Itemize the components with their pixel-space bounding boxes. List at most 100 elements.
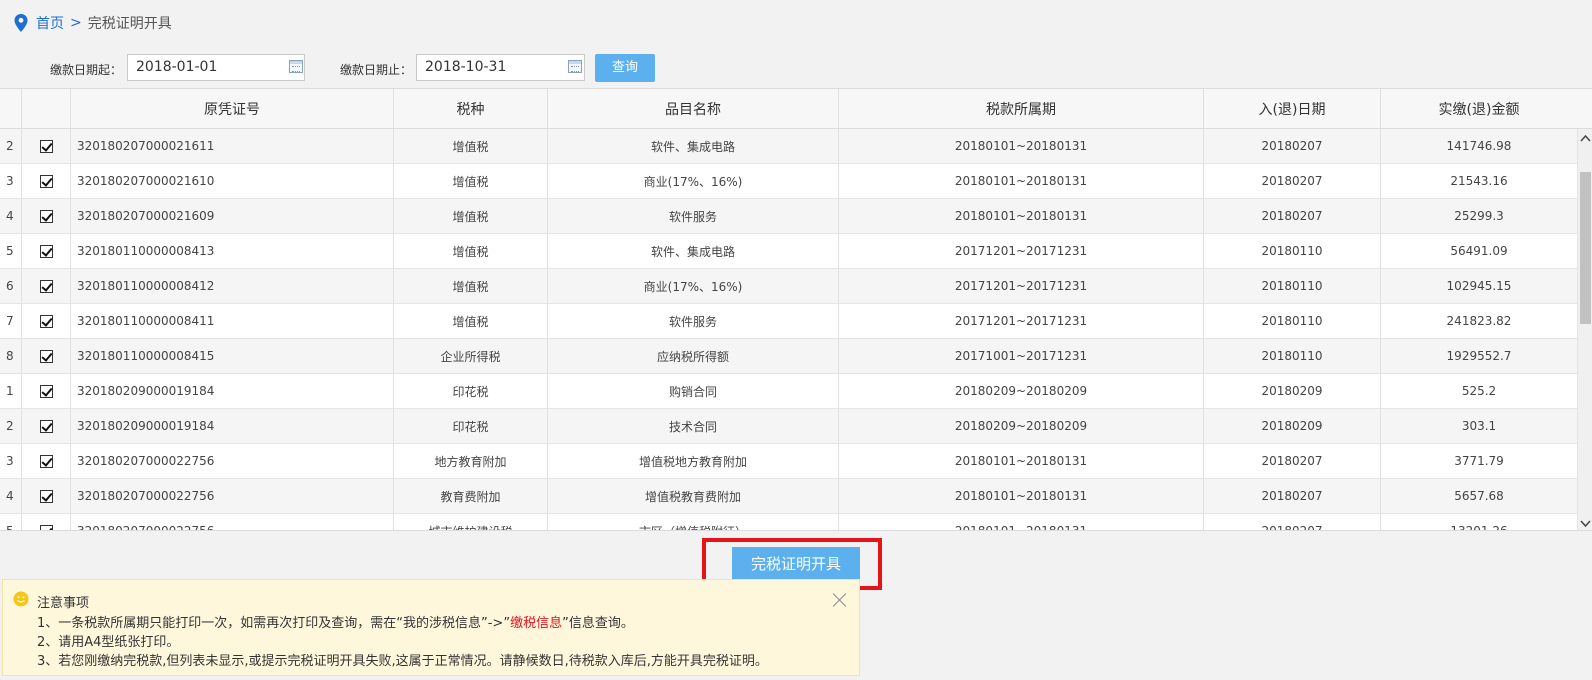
breadcrumb: 首页 > 完税证明开具: [14, 12, 172, 34]
tax-info-link[interactable]: 缴税信息: [510, 616, 562, 631]
tax-period-cell: 20180209~20180209: [839, 374, 1204, 408]
header-amount[interactable]: 实缴(退)金额: [1381, 89, 1577, 128]
tax-period-cell: 20180101~20180131: [839, 444, 1204, 478]
amount-cell: 3771.79: [1454, 454, 1504, 468]
voucher-number-cell: 320180207000022756: [71, 479, 394, 513]
voucher-number-cell: 320180207000022756: [71, 444, 394, 478]
vertical-scrollbar[interactable]: [1577, 129, 1592, 530]
tax-period-cell: 20180209~20180209: [839, 409, 1204, 443]
voucher-number-cell: 320180207000021610: [71, 164, 394, 198]
table-row[interactable]: 3 320180207000022756 地方教育附加 增值税地方教育附加 201801…: [0, 444, 1577, 479]
tax-type-cell: 增值税: [394, 199, 548, 233]
start-date-input[interactable]: 2018-01-01: [127, 54, 305, 81]
calendar-icon[interactable]: [568, 60, 582, 73]
row-checkbox[interactable]: [39, 139, 53, 153]
item-name-cell: 商业(17%、16%): [548, 269, 839, 303]
smile-icon: [13, 591, 29, 607]
breadcrumb-separator: >: [70, 15, 82, 31]
tax-type-cell: 企业所得税: [394, 339, 548, 373]
row-checkbox[interactable]: [39, 244, 53, 258]
table-row[interactable]: 7 320180110000008411 增值税 软件服务 20171201~20171…: [0, 304, 1577, 339]
entry-date-cell: 20180209: [1204, 374, 1381, 408]
entry-date-cell: 20180110: [1204, 234, 1381, 268]
row-number-cell: 5: [0, 514, 22, 530]
entry-date-cell: 20180207: [1204, 129, 1381, 163]
voucher-number-cell: 320180209000019184: [71, 409, 394, 443]
row-checkbox[interactable]: [39, 524, 53, 530]
issue-certificate-button[interactable]: 完税证明开具: [732, 547, 860, 581]
tax-type-cell: 增值税: [394, 269, 548, 303]
row-checkbox-cell: [22, 409, 71, 443]
table-row[interactable]: 4 320180207000021609 增值税 软件服务 20180101~20180…: [0, 199, 1577, 234]
row-checkbox-cell: [22, 269, 71, 303]
header-tax-period[interactable]: 税款所属期: [839, 89, 1204, 128]
row-number-cell: 4: [0, 479, 22, 513]
header-item-name[interactable]: 品目名称: [548, 89, 839, 128]
tax-period-cell: 20171001~20171231: [839, 339, 1204, 373]
row-checkbox-cell: [22, 199, 71, 233]
entry-date-cell: 20180207: [1204, 514, 1381, 530]
item-name-cell: 软件、集成电路: [548, 234, 839, 268]
notice-line-1: 1、一条税款所属期只能打印一次，如需再次打印及查询，需在“我的涉税信息”->”缴…: [37, 612, 634, 631]
header-tax-type[interactable]: 税种: [394, 89, 548, 128]
row-number-cell: 3: [0, 444, 22, 478]
scroll-down-icon[interactable]: [1578, 515, 1592, 530]
row-checkbox[interactable]: [39, 279, 53, 293]
amount-cell: 141746.98: [1446, 139, 1512, 153]
row-number-cell: 2: [0, 129, 22, 163]
voucher-number-cell: 320180110000008412: [71, 269, 394, 303]
table-row[interactable]: 3 320180207000021610 增值税 商业(17%、16%) 2018010…: [0, 164, 1577, 199]
row-number-cell: 6: [0, 269, 22, 303]
table-row[interactable]: 8 320180110000008415 企业所得税 应纳税所得额 20171001~2…: [0, 339, 1577, 374]
entry-date-cell: 20180110: [1204, 304, 1381, 338]
item-name-cell: 增值税教育费附加: [548, 479, 839, 513]
breadcrumb-current: 完税证明开具: [87, 16, 172, 32]
table-row[interactable]: 5 320180110000008413 增值税 软件、集成电路 20171201~20…: [0, 234, 1577, 269]
item-name-cell: 技术合同: [548, 409, 839, 443]
row-number-cell: 7: [0, 304, 22, 338]
row-checkbox[interactable]: [39, 489, 53, 503]
tax-type-cell: 城市维护建设税: [394, 514, 548, 530]
end-date-input[interactable]: 2018-10-31: [416, 54, 585, 81]
tax-type-cell: 印花税: [394, 374, 548, 408]
table-row[interactable]: 6 320180110000008412 增值税 商业(17%、16%) 2017120…: [0, 269, 1577, 304]
table-row[interactable]: 5320180207000022756城市维护建设税市区（增值税附征）20180…: [0, 514, 1577, 531]
item-name-cell: 购销合同: [548, 374, 839, 408]
row-checkbox[interactable]: [39, 349, 53, 363]
grid-body: 2 320180207000021611 增值税 软件、集成电路 20180101~20…: [0, 129, 1577, 531]
header-row-number: [0, 89, 22, 128]
header-voucher-number[interactable]: 原凭证号: [71, 89, 394, 128]
row-checkbox[interactable]: [39, 174, 53, 188]
table-row[interactable]: 2 320180209000019184 印花税 技术合同 20180209~20180…: [0, 409, 1577, 444]
calendar-icon[interactable]: [289, 60, 303, 73]
breadcrumb-home-link[interactable]: 首页: [36, 13, 64, 33]
entry-date-cell: 20180207: [1204, 199, 1381, 233]
row-number-cell: 5: [0, 234, 22, 268]
row-checkbox[interactable]: [39, 314, 53, 328]
table-row[interactable]: 4 320180207000022756 教育费附加 增值税教育费附加 20180101…: [0, 479, 1577, 514]
close-icon[interactable]: [832, 592, 848, 608]
scroll-up-icon[interactable]: [1578, 129, 1592, 146]
entry-date-cell: 20180207: [1204, 444, 1381, 478]
entry-date-cell: 20180207: [1204, 479, 1381, 513]
entry-date-cell: 20180110: [1204, 339, 1381, 373]
scrollbar-thumb[interactable]: [1580, 172, 1591, 324]
query-button[interactable]: 查询: [595, 54, 655, 82]
row-checkbox[interactable]: [39, 384, 53, 398]
amount-cell: 525.2: [1461, 384, 1497, 398]
table-row[interactable]: 2 320180207000021611 增值税 软件、集成电路 20180101~20…: [0, 129, 1577, 164]
notice-line-2: 2、请用A4型纸张打印。: [37, 635, 180, 650]
table-row[interactable]: 1 320180209000019184 印花税 购销合同 20180209~20180…: [0, 374, 1577, 409]
tax-period-cell: 20180101~20180131: [839, 164, 1204, 198]
start-date-label: 缴款日期起：: [50, 63, 123, 77]
row-checkbox[interactable]: [39, 209, 53, 223]
amount-cell: 13201.26: [1450, 524, 1508, 531]
tax-period-cell: 20180101~20180131: [839, 479, 1204, 513]
header-entry-date[interactable]: 入(退)日期: [1204, 89, 1381, 128]
row-checkbox[interactable]: [39, 419, 53, 433]
row-checkbox[interactable]: [39, 454, 53, 468]
tax-type-cell: 地方教育附加: [394, 444, 548, 478]
row-checkbox-cell: [22, 374, 71, 408]
notice-title: 注意事项: [37, 596, 90, 611]
voucher-number-cell: 320180110000008413: [71, 234, 394, 268]
